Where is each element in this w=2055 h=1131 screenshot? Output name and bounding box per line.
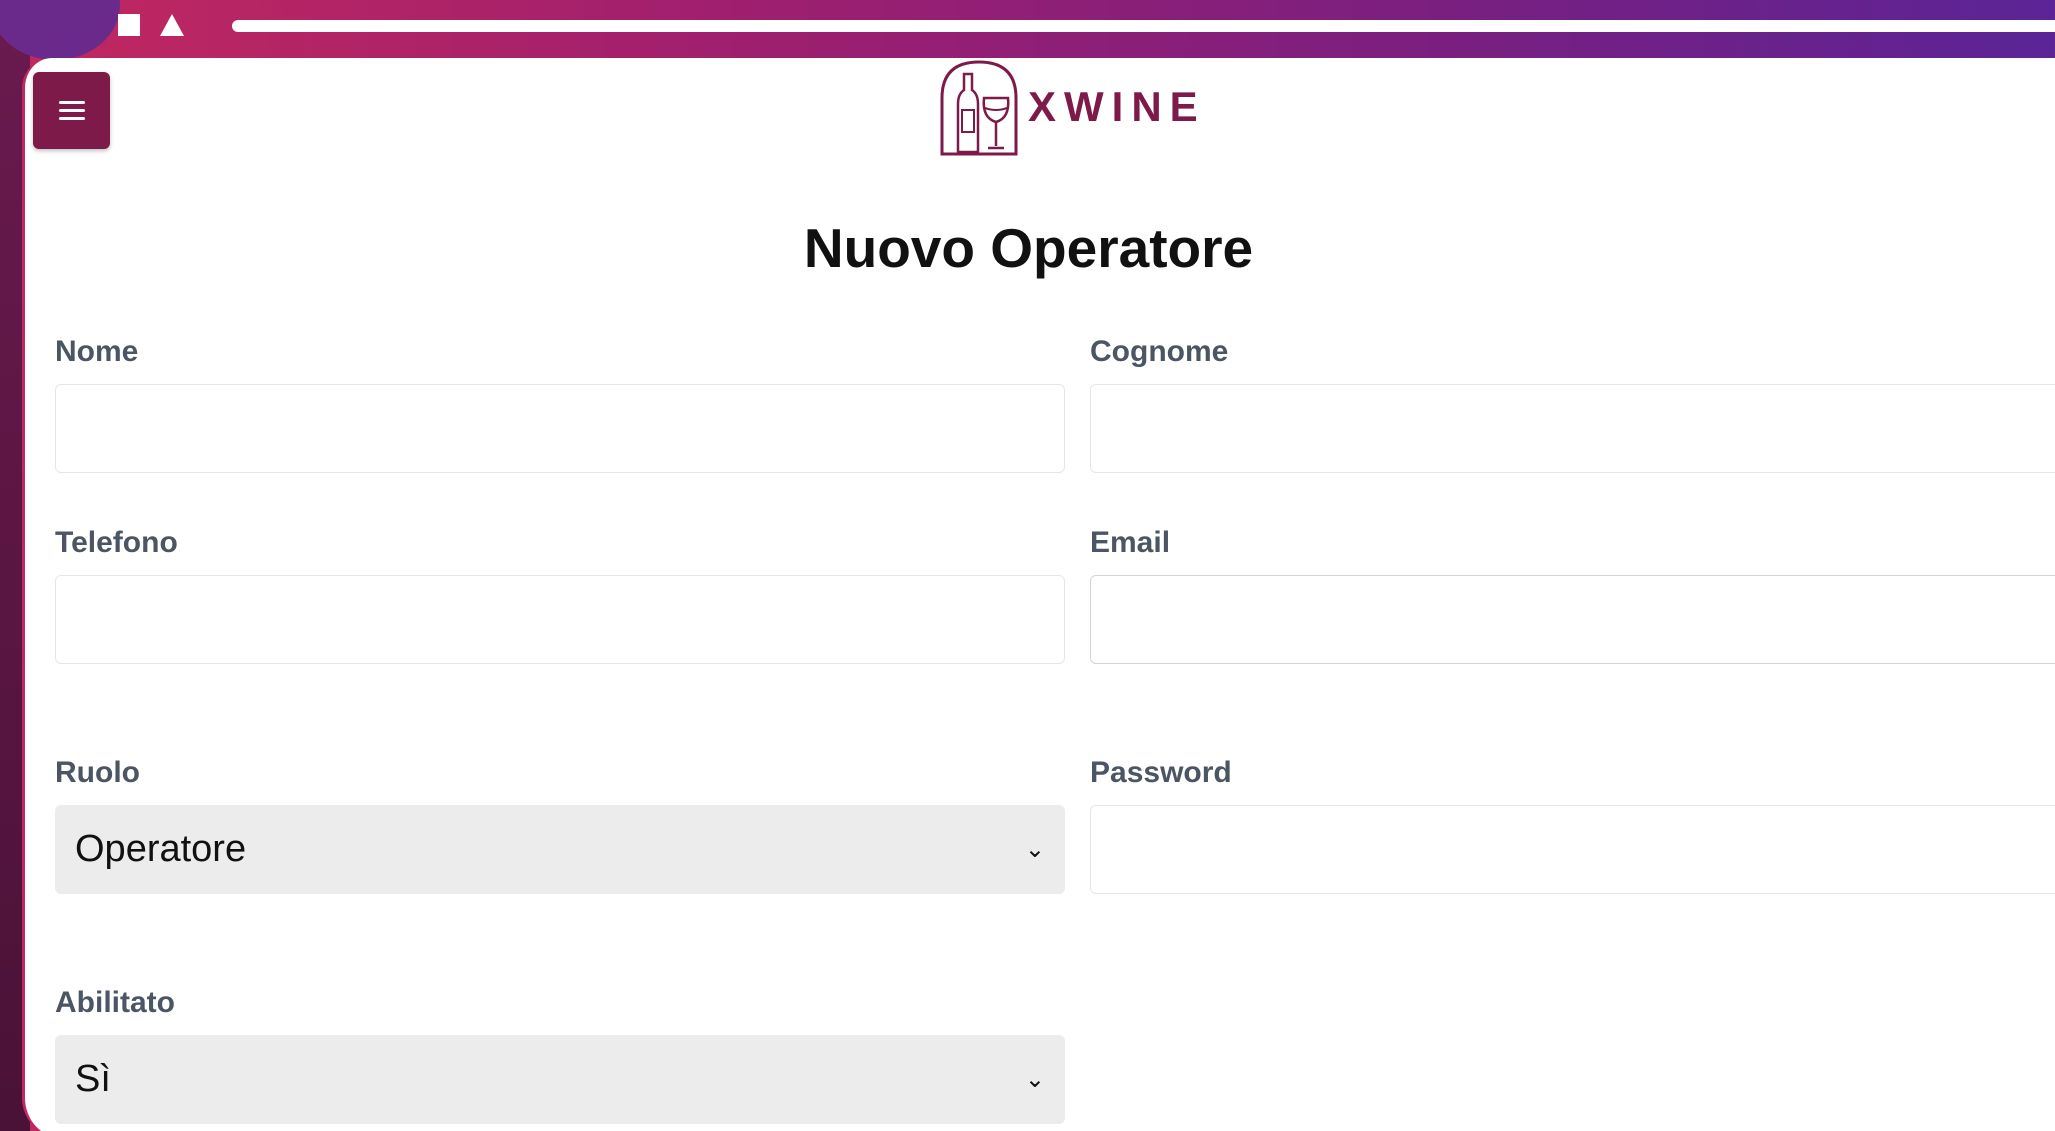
password-label: Password [1090,756,1232,789]
abilitato-label: Abilitato [55,986,175,1019]
abilitato-selected-value: Sì [75,1058,111,1100]
hamburger-menu-button[interactable] [33,72,110,149]
chevron-down-icon: ⌄ [1024,1066,1045,1093]
brand-logo: XWINE [938,58,1206,156]
cognome-input[interactable] [1091,385,2055,472]
cognome-label: Cognome [1090,335,1229,368]
nome-input[interactable] [56,385,1064,472]
page-title: Nuovo Operatore [803,217,1254,279]
wine-bottle-glass-icon [940,60,1018,156]
triangle-shape-icon [160,14,184,36]
telefono-field[interactable] [55,575,1065,664]
email-input[interactable] [1091,576,2055,663]
telefono-label: Telefono [55,526,178,559]
telefono-input[interactable] [56,576,1064,663]
abilitato-select[interactable]: Sì ⌄ [55,1035,1065,1124]
ruolo-select[interactable]: Operatore ⌄ [55,805,1065,894]
square-shape-icon [118,14,140,36]
menu-icon [58,101,85,104]
password-input[interactable] [1091,806,2055,893]
nome-label: Nome [55,335,139,368]
email-field[interactable] [1090,575,2055,664]
ruolo-selected-value: Operatore [75,828,247,870]
app-page: XWINE Nuovo Operatore Nome Cognome Telef… [22,58,2055,1131]
password-field[interactable] [1090,805,2055,894]
nome-field[interactable] [55,384,1065,473]
email-label: Email [1090,526,1171,559]
brand-name: XWINE [1028,83,1206,130]
chevron-down-icon: ⌄ [1024,836,1045,863]
ruolo-label: Ruolo [55,756,140,789]
cognome-field[interactable] [1090,384,2055,473]
decorative-bar [232,20,2055,32]
